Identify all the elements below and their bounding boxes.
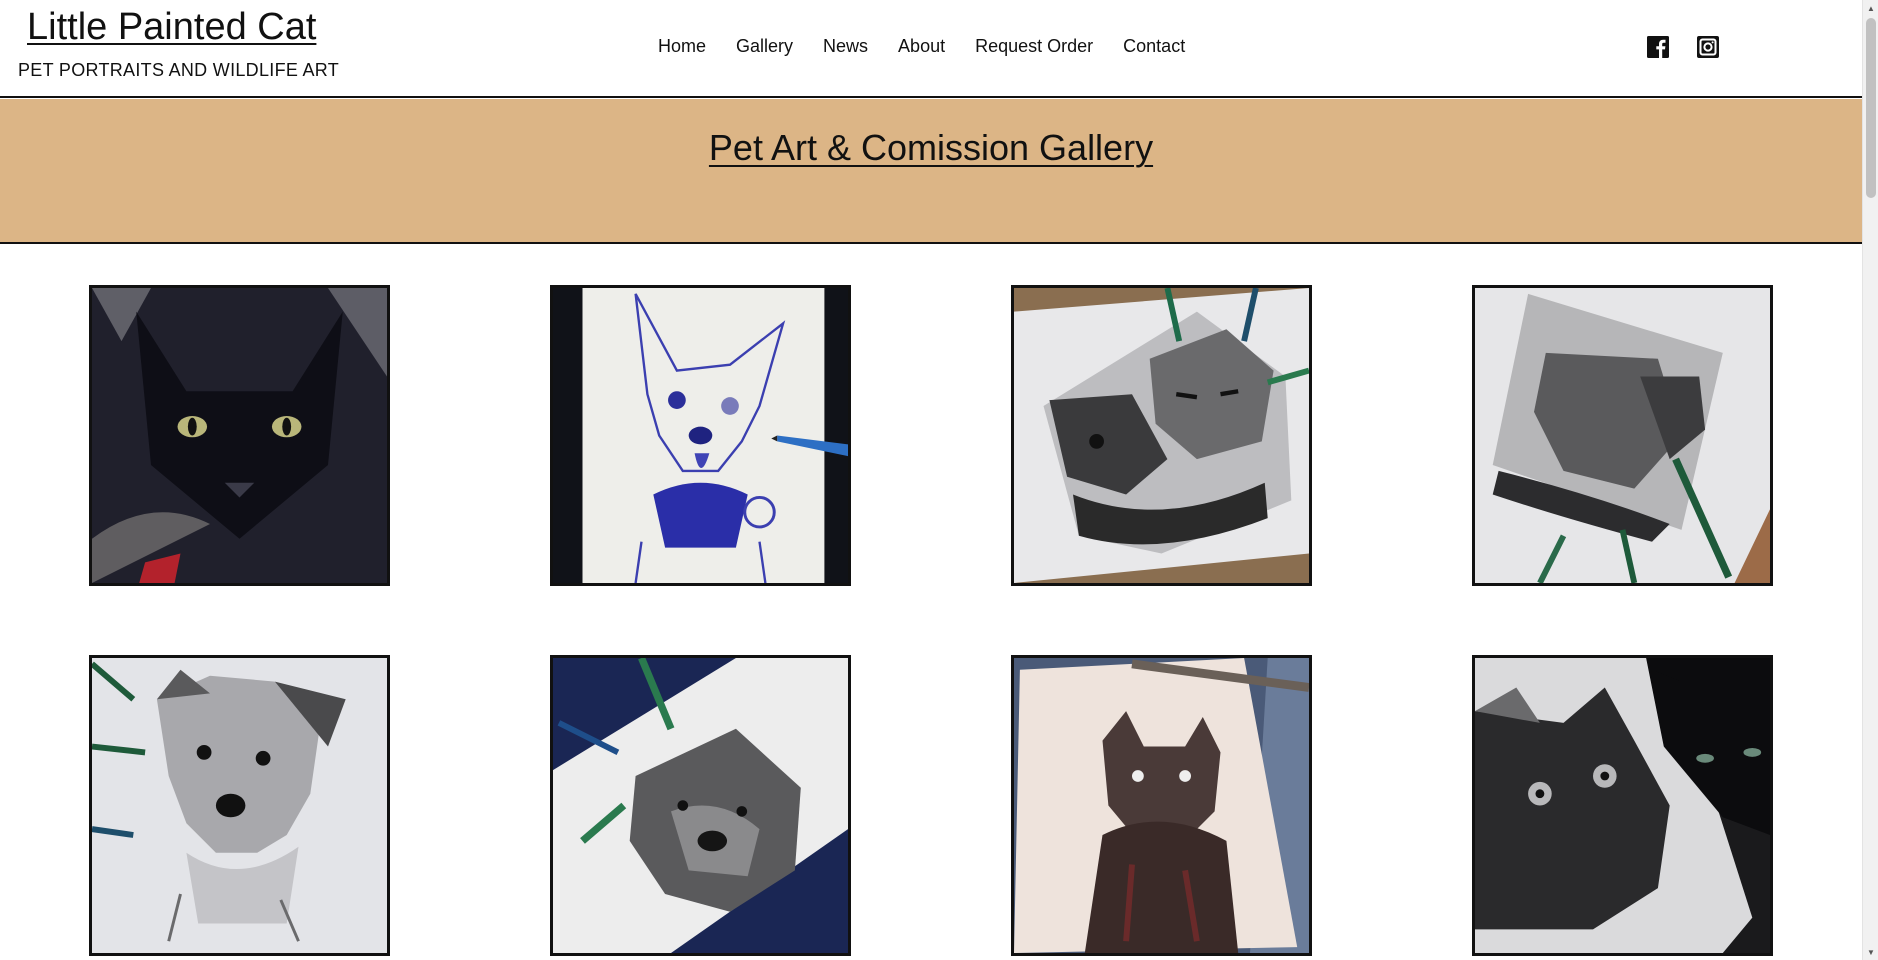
nav-news[interactable]: News (823, 36, 868, 57)
gallery-image (92, 658, 387, 953)
page-title: Pet Art & Comission Gallery (708, 127, 1154, 168)
main-nav: Home Gallery News About Request Order Co… (658, 36, 1215, 57)
gallery-image (1014, 658, 1309, 953)
gallery-item-black-cat[interactable] (89, 285, 390, 586)
gallery-item-terrier[interactable] (89, 655, 390, 956)
gallery-image (1014, 288, 1309, 583)
scroll-up-icon[interactable]: ▲ (1863, 0, 1878, 16)
site-tagline: PET PORTRAITS AND WILDLIFE ART (18, 60, 340, 80)
nav-home[interactable]: Home (658, 36, 706, 57)
nav-request-order[interactable]: Request Order (975, 36, 1093, 57)
scroll-down-icon[interactable]: ▼ (1863, 944, 1878, 960)
nav-contact[interactable]: Contact (1123, 36, 1185, 57)
social-links (1647, 36, 1719, 58)
gallery-image (1475, 288, 1770, 583)
gallery-image (92, 288, 387, 583)
scroll-thumb[interactable] (1866, 18, 1876, 198)
site-header: Little Painted Cat PET PORTRAITS AND WIL… (0, 0, 1862, 98)
instagram-icon[interactable] (1697, 36, 1719, 58)
gallery-image (1475, 658, 1770, 953)
page-scrollbar[interactable]: ▲ ▼ (1862, 0, 1878, 960)
facebook-icon[interactable] (1647, 36, 1669, 58)
page: Little Painted Cat PET PORTRAITS AND WIL… (0, 0, 1862, 960)
gallery-item-two-cats[interactable] (1011, 285, 1312, 586)
site-title-link[interactable]: Little Painted Cat (27, 6, 316, 49)
nav-gallery[interactable]: Gallery (736, 36, 793, 57)
gallery-item-blue-dog-sketch[interactable] (550, 285, 851, 586)
gallery-image (553, 288, 848, 583)
gallery-item-cats-with-pencils[interactable] (1472, 285, 1773, 586)
nav-about[interactable]: About (898, 36, 945, 57)
gallery-image (553, 658, 848, 953)
gallery-item-longhair-cat[interactable] (1011, 655, 1312, 956)
page-banner: Pet Art & Comission Gallery (0, 99, 1862, 244)
gallery-item-cat-drawing-and-black-cat[interactable] (1472, 655, 1773, 956)
gallery-item-old-dog[interactable] (550, 655, 851, 956)
